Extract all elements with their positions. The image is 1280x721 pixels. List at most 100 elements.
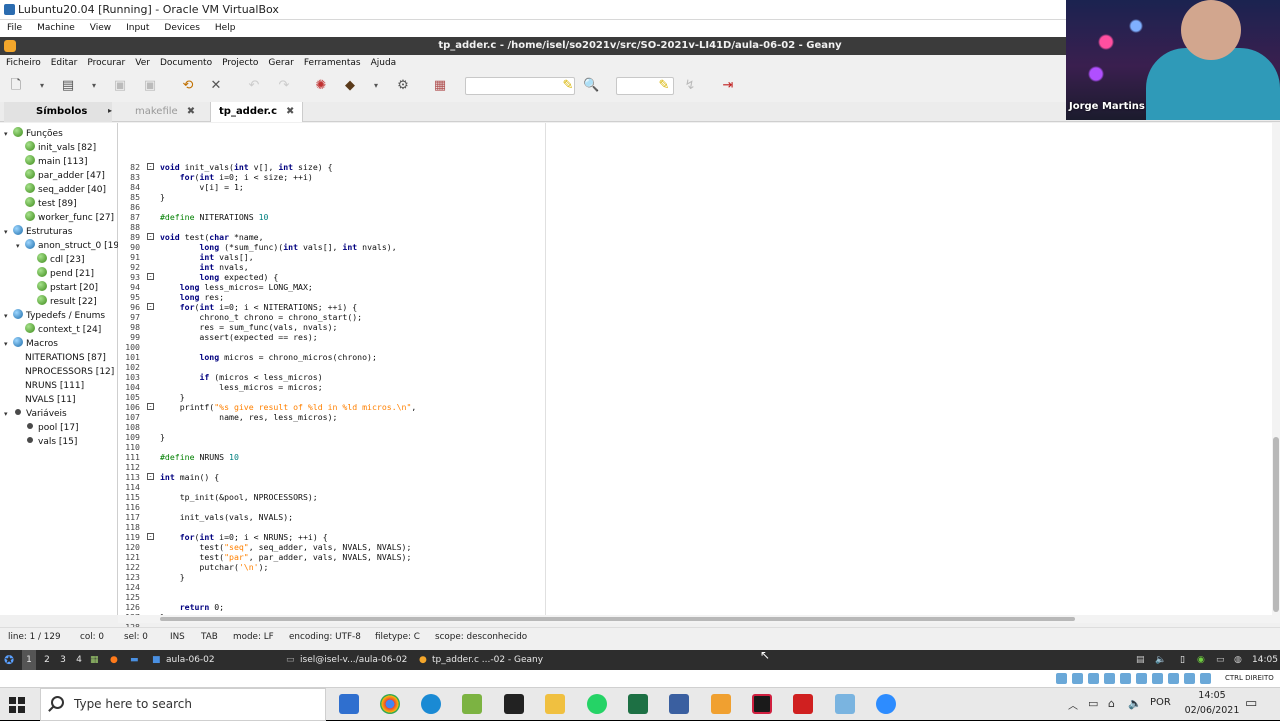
- close-tab-icon[interactable]: ✖: [286, 106, 294, 117]
- undo-icon[interactable]: ↶: [246, 78, 262, 94]
- code-line[interactable]: }: [160, 192, 165, 202]
- code-line[interactable]: for(int i=0; i < size; ++i): [160, 172, 313, 182]
- symbol-item[interactable]: NPROCESSORS [12]: [16, 365, 114, 379]
- desktop-icon[interactable]: ▬: [130, 650, 139, 670]
- symbol-item[interactable]: worker_func [27]: [16, 211, 114, 225]
- code-line[interactable]: long (*sum_func)(int vals[], int nvals),: [160, 242, 396, 252]
- menu-ferramentas[interactable]: Ferramentas: [298, 55, 365, 72]
- vbox-menu-machine[interactable]: Machine: [30, 20, 83, 37]
- network-status-icon[interactable]: [1104, 673, 1115, 684]
- symbol-item[interactable]: ▾ Funções: [4, 127, 63, 141]
- fold-toggle-icon[interactable]: -: [147, 303, 154, 310]
- search-icon[interactable]: 🔍: [583, 78, 599, 94]
- menu-ficheiro[interactable]: Ficheiro: [0, 55, 45, 72]
- build-icon[interactable]: ◆: [342, 78, 358, 94]
- code-area[interactable]: void init_vals(int v[], int size) { for(…: [160, 123, 1260, 622]
- vbox-menu-view[interactable]: View: [83, 20, 119, 37]
- expander-icon[interactable]: ▾: [16, 239, 25, 253]
- symbol-item[interactable]: pend [21]: [28, 267, 94, 281]
- recording-status-icon[interactable]: [1168, 673, 1179, 684]
- menu-ver[interactable]: Ver: [129, 55, 154, 72]
- code-line[interactable]: }: [160, 432, 165, 442]
- code-line[interactable]: long expected) {: [160, 272, 278, 282]
- symbol-item[interactable]: seq_adder [40]: [16, 183, 106, 197]
- fold-toggle-icon[interactable]: -: [147, 533, 154, 540]
- paint-icon[interactable]: [462, 694, 482, 714]
- code-line[interactable]: printf("%s give result of %ld in %ld mic…: [160, 402, 417, 412]
- expander-icon[interactable]: ▾: [4, 309, 13, 323]
- save-all-icon[interactable]: ▣: [142, 78, 158, 94]
- document-icon[interactable]: ▯: [1180, 650, 1185, 670]
- search-input[interactable]: [465, 77, 575, 95]
- save-icon[interactable]: ▣: [112, 78, 128, 94]
- symbol-item[interactable]: NITERATIONS [87]: [16, 351, 106, 365]
- usb-status-icon[interactable]: [1120, 673, 1131, 684]
- close-tab-icon[interactable]: ✖: [187, 106, 195, 117]
- code-line[interactable]: if (micros < less_micros): [160, 372, 322, 382]
- code-editor[interactable]: 82 83 84 85 86 87 88 89 90 91 92 93 94 95 96 97 98 99 100 1…: [118, 123, 1272, 642]
- tab-symbols[interactable]: Símbolos: [4, 102, 112, 122]
- fold-toggle-icon[interactable]: -: [147, 273, 154, 280]
- tab-makefile[interactable]: makefile ✖: [127, 102, 203, 122]
- symbol-item[interactable]: NRUNS [111]: [16, 379, 84, 393]
- windows-date[interactable]: 02/06/2021: [1178, 705, 1246, 716]
- intellij-icon[interactable]: [711, 694, 731, 714]
- code-line[interactable]: for(int i=0; i < NRUNS; ++i) {: [160, 532, 328, 542]
- new-file-icon[interactable]: 🗋: [8, 78, 24, 94]
- symbol-item[interactable]: ▾ Typedefs / Enums: [4, 309, 105, 323]
- cpu-status-icon[interactable]: [1184, 673, 1195, 684]
- tab-tp-adder[interactable]: tp_adder.c ✖: [210, 102, 304, 122]
- vbox-menu-devices[interactable]: Devices: [157, 20, 207, 37]
- code-line[interactable]: test("par", par_adder, vals, NVALS, NVAL…: [160, 552, 411, 562]
- code-line[interactable]: init_vals(vals, NVALS);: [160, 512, 293, 522]
- symbol-item[interactable]: ▾ Macros: [4, 337, 58, 351]
- code-line[interactable]: for(int i=0; i < NITERATIONS; ++i) {: [160, 302, 357, 312]
- symbol-item[interactable]: ▾ Variáveis: [4, 407, 67, 421]
- menu-gerar[interactable]: Gerar: [262, 55, 297, 72]
- code-line[interactable]: #define NITERATIONS 10: [160, 212, 268, 222]
- code-line[interactable]: name, res, less_micros);: [160, 412, 337, 422]
- edge-icon[interactable]: [421, 694, 441, 714]
- goto-line-icon[interactable]: ↯: [682, 78, 698, 94]
- zoom-icon[interactable]: [876, 694, 896, 714]
- new-dropdown-icon[interactable]: ▾: [34, 78, 50, 94]
- expander-icon[interactable]: ▾: [4, 337, 13, 351]
- shared-folder-status-icon[interactable]: [1136, 673, 1147, 684]
- code-line[interactable]: long res;: [160, 292, 224, 302]
- code-line[interactable]: chrono_t chrono = chrono_start();: [160, 312, 362, 322]
- volume-icon[interactable]: 🔈: [1155, 650, 1166, 670]
- symbol-item[interactable]: ▾ Estruturas: [4, 225, 72, 239]
- code-line[interactable]: #define NRUNS 10: [160, 452, 239, 462]
- jetbrains-icon[interactable]: [752, 694, 772, 714]
- file-manager-icon[interactable]: ▦: [90, 650, 99, 670]
- quit-icon[interactable]: ⇥: [720, 78, 736, 94]
- open-file-icon[interactable]: ▤: [60, 78, 76, 94]
- color-chooser-icon[interactable]: ▦: [432, 78, 448, 94]
- clear-search-icon[interactable]: ✎: [560, 78, 576, 94]
- optical-status-icon[interactable]: [1072, 673, 1083, 684]
- revert-icon[interactable]: ⟲: [180, 78, 196, 94]
- tray-up-icon[interactable]: ︿: [1068, 697, 1078, 712]
- image-viewer-icon[interactable]: [835, 694, 855, 714]
- vbox-menu-help[interactable]: Help: [208, 20, 244, 37]
- sidebar-tab-arrow-icon[interactable]: ▸: [108, 106, 112, 115]
- symbol-item[interactable]: par_adder [47]: [16, 169, 105, 183]
- symbol-item[interactable]: vals [15]: [16, 435, 77, 449]
- symbol-item[interactable]: pstart [20]: [28, 281, 98, 295]
- display-status-icon[interactable]: [1152, 673, 1163, 684]
- fold-toggle-icon[interactable]: -: [147, 403, 154, 410]
- taskbar-terminal[interactable]: isel@isel-v.../aula-06-02: [300, 650, 407, 670]
- menu-procurar[interactable]: Procurar: [81, 55, 129, 72]
- code-line[interactable]: }: [160, 392, 185, 402]
- language-indicator[interactable]: POR: [1150, 697, 1171, 708]
- code-line[interactable]: v[i] = 1;: [160, 182, 243, 192]
- fold-toggle-icon[interactable]: -: [147, 233, 154, 240]
- code-line[interactable]: long micros = chrono_micros(chrono);: [160, 352, 376, 362]
- taskbar-folder[interactable]: aula-06-02: [166, 650, 215, 670]
- clear-goto-icon[interactable]: ✎: [656, 78, 672, 94]
- horizontal-scroll-thumb[interactable]: [160, 617, 1075, 621]
- run-icon[interactable]: ⚙: [395, 78, 411, 94]
- close-icon[interactable]: ✕: [208, 78, 224, 94]
- code-line[interactable]: void test(char *name,: [160, 232, 264, 242]
- open-dropdown-icon[interactable]: ▾: [86, 78, 102, 94]
